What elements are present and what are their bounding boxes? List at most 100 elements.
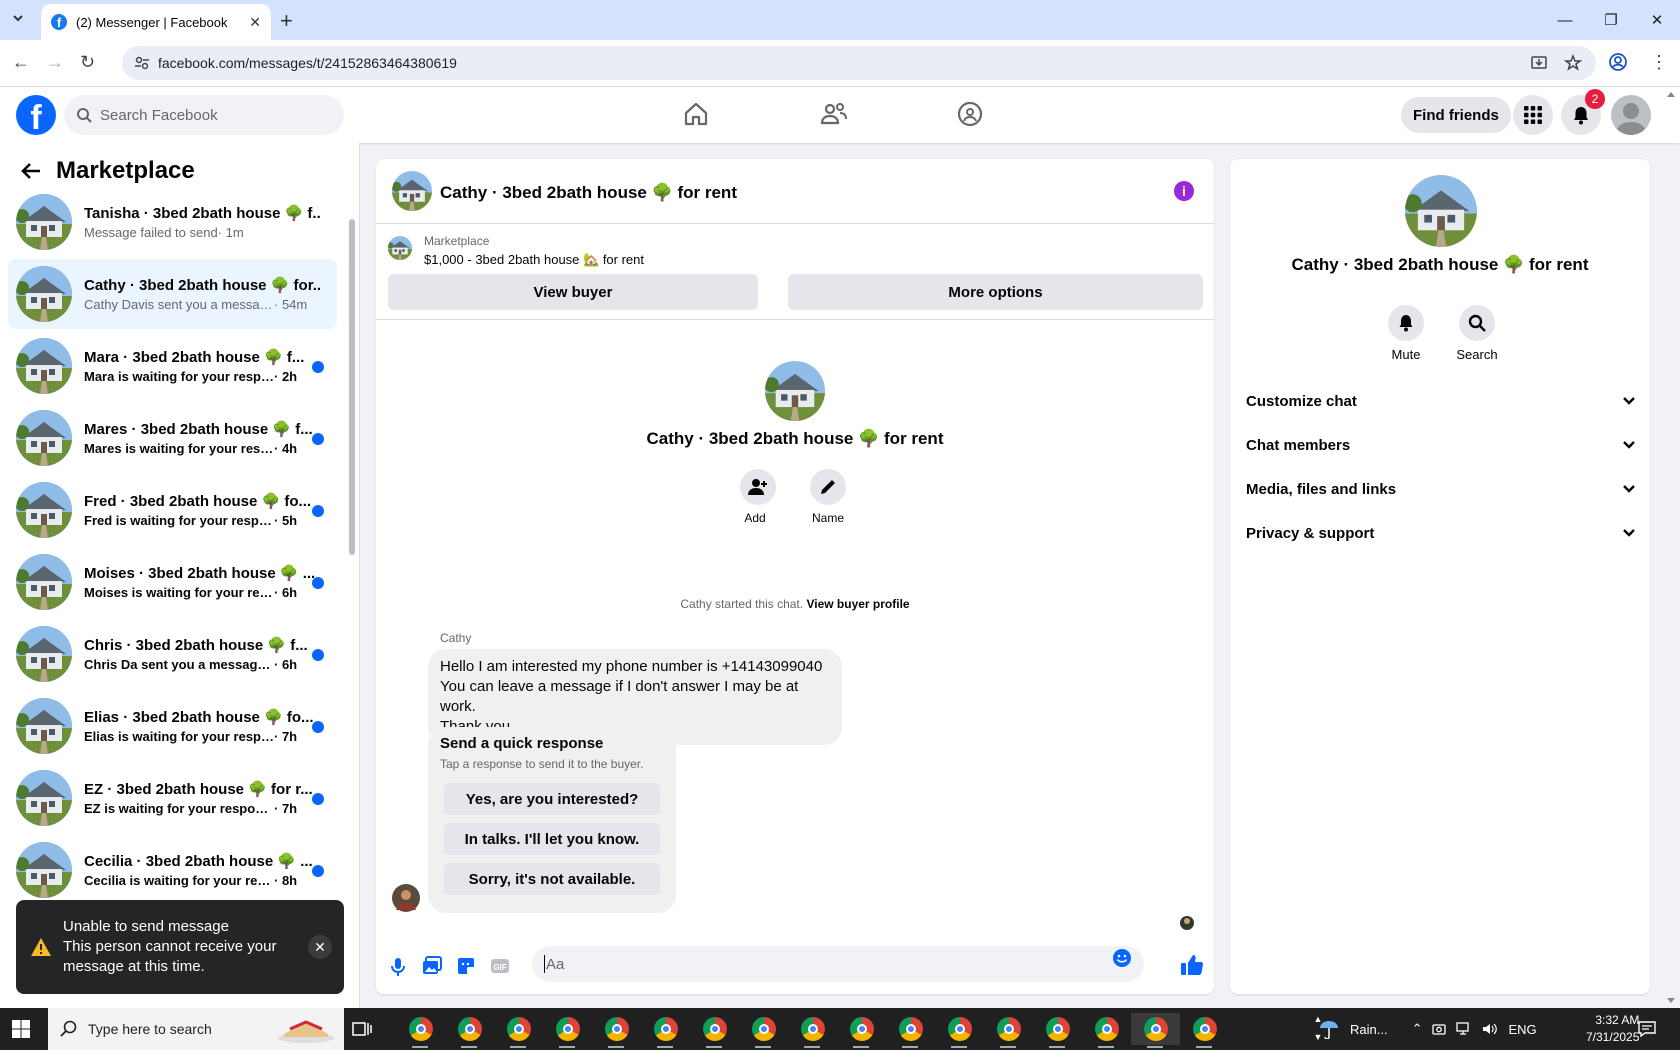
page-scrollbar[interactable] [1663, 87, 1680, 1008]
account-avatar[interactable] [1611, 95, 1651, 135]
menu-grid-icon[interactable] [1513, 95, 1553, 135]
name-button[interactable]: Name [808, 469, 848, 525]
taskbar-chrome-icon[interactable] [788, 1013, 837, 1048]
minimize-icon[interactable]: — [1542, 0, 1588, 40]
taskbar-chrome-icon[interactable] [886, 1013, 935, 1048]
action-center-icon[interactable] [1638, 1020, 1656, 1038]
home-icon[interactable] [683, 101, 709, 127]
taskbar-chrome-icon[interactable] [984, 1013, 1033, 1048]
weather-text[interactable]: Rain... [1350, 1022, 1388, 1037]
profile-avatar[interactable] [765, 361, 825, 421]
profile-icon[interactable] [1608, 52, 1628, 72]
view-buyer-button[interactable]: View buyer [388, 274, 758, 310]
taskbar-chrome-icon[interactable] [690, 1013, 739, 1048]
restore-icon[interactable]: ❐ [1588, 0, 1634, 40]
mute-button[interactable]: Mute [1386, 305, 1426, 362]
search-facebook-input[interactable]: Search Facebook [64, 95, 344, 135]
new-tab-icon[interactable]: + [280, 8, 293, 34]
browser-tab-messenger[interactable]: f (2) Messenger | Facebook ✕ [41, 4, 271, 40]
search-icon [1459, 305, 1495, 341]
conversation-item[interactable]: Elias · 3bed 2bath house 🌳 fo... Elias is… [8, 691, 337, 761]
task-view-icon[interactable] [352, 1020, 372, 1038]
back-arrow-icon[interactable] [20, 160, 42, 182]
tab-search-icon[interactable] [10, 10, 26, 26]
show-hidden-icons-chevron-icon[interactable]: ⌃ [1412, 1021, 1423, 1037]
groups-icon[interactable] [957, 101, 983, 127]
view-buyer-profile-link[interactable]: View buyer profile [806, 597, 909, 611]
facebook-logo[interactable]: f [16, 95, 56, 135]
conversation-name: Tanisha · 3bed 2bath house 🌳 f... [84, 205, 320, 222]
find-friends-button[interactable]: Find friends [1401, 97, 1511, 133]
language-indicator[interactable]: ENG [1508, 1022, 1536, 1037]
conversation-item[interactable]: Fred · 3bed 2bath house 🌳 fo... Fred is w… [8, 475, 337, 545]
name-label: Name [811, 511, 844, 525]
taskbar-chrome-icon[interactable] [739, 1013, 788, 1048]
details-avatar[interactable] [1405, 175, 1477, 247]
microphone-icon[interactable] [388, 956, 408, 978]
taskbar-chrome-icon[interactable] [592, 1013, 641, 1048]
browser-menu-icon[interactable]: ⋮ [1650, 52, 1668, 72]
conversation-item[interactable]: Mara · 3bed 2bath house 🌳 f... Mara is wa… [8, 331, 337, 401]
add-button[interactable]: Add [740, 469, 776, 525]
conversation-item[interactable]: Tanisha · 3bed 2bath house 🌳 f... Message… [8, 187, 337, 257]
gif-icon[interactable]: GIF [490, 956, 510, 976]
camera-icon[interactable] [1432, 1022, 1447, 1036]
weather-rain-icon[interactable] [1318, 1019, 1340, 1039]
taskbar-chrome-icon[interactable] [396, 1013, 445, 1048]
conversation-avatar[interactable] [392, 171, 432, 211]
conversation-info-icon[interactable]: i [1174, 181, 1194, 201]
more-options-button[interactable]: More options [788, 274, 1203, 310]
conversation-item[interactable]: EZ · 3bed 2bath house 🌳 for r... EZ is wa… [8, 763, 337, 833]
listing-title[interactable]: $1,000 - 3bed 2bath house 🏡 for rent [424, 252, 644, 268]
forward-icon[interactable]: → [46, 52, 64, 73]
quick-response-yes-button[interactable]: Yes, are you interested? [444, 783, 660, 815]
search-in-conversation-button[interactable]: Search [1452, 305, 1502, 362]
taskbar-chrome-icon[interactable] [1180, 1013, 1229, 1048]
conversation-item[interactable]: Cecilia · 3bed 2bath house 🌳 ... Cecilia … [8, 835, 337, 905]
privacy-support-section[interactable]: Privacy & support [1246, 511, 1636, 555]
message-input[interactable]: Aa [532, 946, 1144, 982]
conversation-item[interactable]: Chris · 3bed 2bath house 🌳 f... Chris Da … [8, 619, 337, 689]
site-info-icon[interactable] [134, 55, 150, 71]
toast-close-icon[interactable]: ✕ [308, 935, 332, 959]
taskbar-chrome-icon[interactable] [445, 1013, 494, 1048]
taskbar-chrome-icon[interactable] [1033, 1013, 1082, 1048]
taskbar-chrome-icon[interactable] [543, 1013, 592, 1048]
reload-icon[interactable]: ↻ [80, 52, 95, 73]
thumbs-up-icon[interactable] [1180, 953, 1204, 977]
url-bar[interactable]: facebook.com/messages/t/2415286346438061… [122, 46, 1596, 80]
windows-start-icon[interactable] [12, 1020, 30, 1038]
taskbar-chrome-icon[interactable] [641, 1013, 690, 1048]
network-icon[interactable] [1456, 1022, 1472, 1036]
conversation-thumbnail [16, 698, 72, 754]
chat-members-section[interactable]: Chat members [1246, 423, 1636, 467]
sidebar-scrollbar[interactable] [348, 203, 356, 1003]
listing-thumbnail[interactable] [388, 236, 412, 260]
taskbar-search-box[interactable]: Type here to search [48, 1008, 344, 1050]
conversation-item[interactable]: Cathy · 3bed 2bath house 🌳 for... Cathy D… [8, 259, 337, 329]
taskbar-chrome-icon[interactable] [1082, 1013, 1131, 1048]
tab-close-icon[interactable]: ✕ [249, 14, 261, 31]
taskbar-chrome-icon[interactable] [935, 1013, 984, 1048]
quick-response-in-talks-button[interactable]: In talks. I'll let you know. [444, 823, 660, 855]
media-files-links-section[interactable]: Media, files and links [1246, 467, 1636, 511]
photo-icon[interactable] [422, 956, 442, 976]
taskbar-chrome-icon[interactable] [494, 1013, 543, 1048]
window-close-icon[interactable]: ✕ [1634, 0, 1680, 40]
emoji-icon[interactable] [1112, 948, 1132, 968]
conversation-title[interactable]: Cathy · 3bed 2bath house 🌳 for rent [440, 183, 737, 203]
sticker-icon[interactable] [456, 956, 476, 976]
quick-response-not-available-button[interactable]: Sorry, it's not available. [444, 863, 660, 895]
customize-chat-section[interactable]: Customize chat [1246, 379, 1636, 423]
friends-icon[interactable] [820, 101, 848, 127]
install-app-icon[interactable] [1530, 54, 1548, 72]
bookmark-star-icon[interactable] [1564, 54, 1582, 72]
taskbar-clock[interactable]: 3:32 AM 7/31/2025 [1586, 1012, 1639, 1046]
taskbar-chrome-icon[interactable] [1131, 1013, 1180, 1048]
volume-icon[interactable] [1482, 1022, 1498, 1036]
conversation-item[interactable]: Mares · 3bed 2bath house 🌳 f... Mares is … [8, 403, 337, 473]
conversation-item[interactable]: Moises · 3bed 2bath house 🌳 ... Moises is… [8, 547, 337, 617]
taskbar-chrome-icon[interactable] [837, 1013, 886, 1048]
sender-avatar[interactable] [392, 884, 420, 912]
back-icon[interactable]: ← [12, 52, 30, 73]
